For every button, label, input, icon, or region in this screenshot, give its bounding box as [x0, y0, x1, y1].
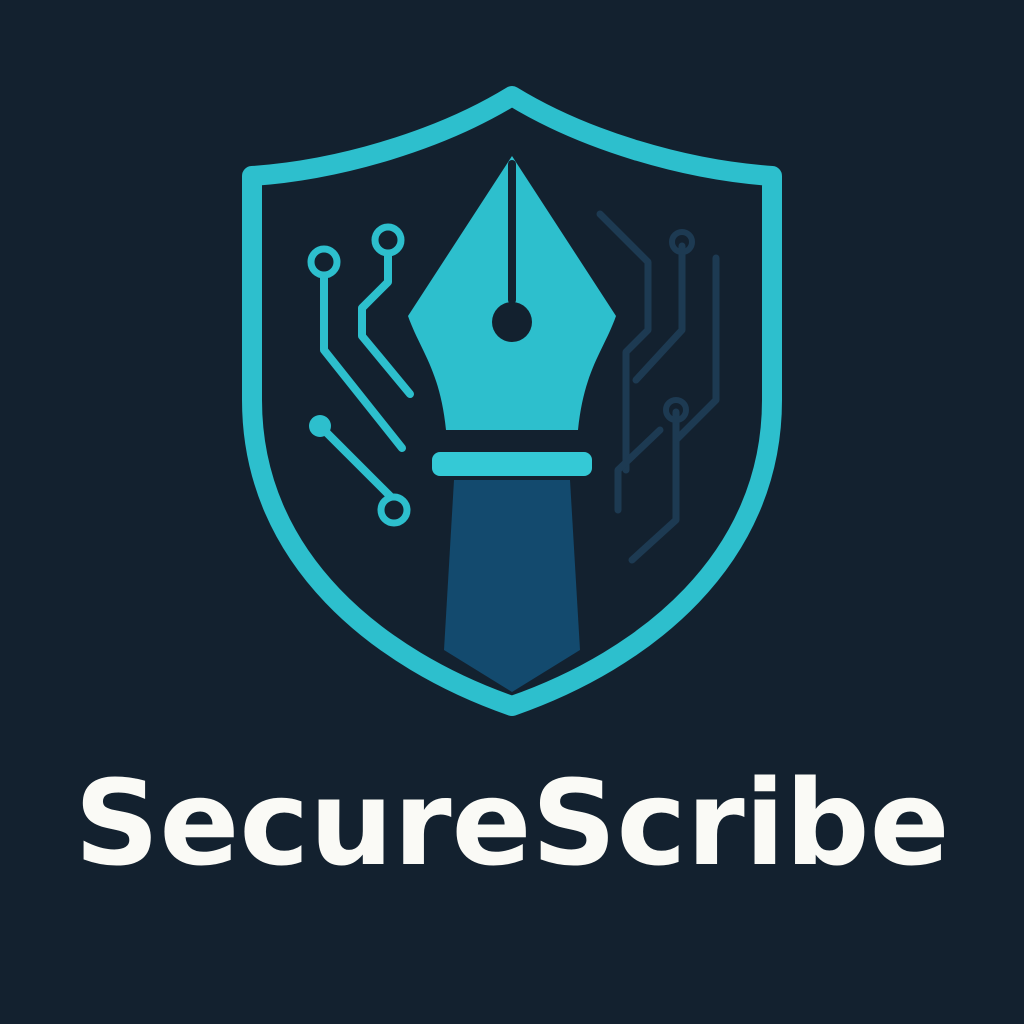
pen-collar	[432, 452, 592, 476]
circuit-node-solid	[309, 415, 331, 437]
pen-body	[444, 480, 580, 692]
logo-canvas: SecureScribe	[0, 0, 1024, 1024]
nib-hole	[492, 302, 532, 342]
brand-wordmark: SecureScribe	[74, 754, 950, 892]
